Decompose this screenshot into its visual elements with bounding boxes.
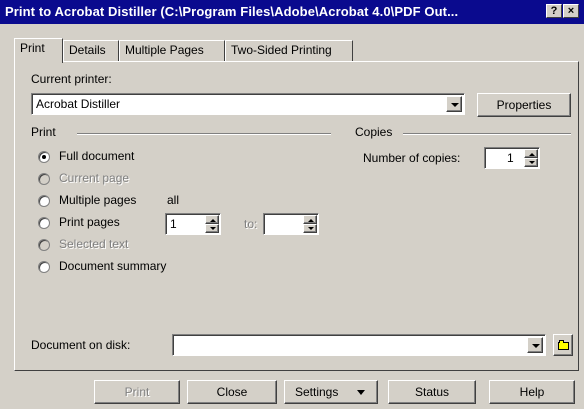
number-of-copies-label: Number of copies:: [363, 151, 461, 165]
title-bar[interactable]: Print to Acrobat Distiller (C:\Program F…: [0, 0, 584, 24]
number-of-copies-value: 1: [507, 151, 514, 165]
to-page-spinner[interactable]: [263, 213, 319, 235]
close-title-button[interactable]: ×: [563, 4, 579, 18]
spin-down-icon[interactable]: [524, 158, 538, 167]
multiple-pages-label: Multiple pages: [59, 193, 137, 207]
current-printer-label: Current printer:: [31, 72, 112, 86]
chevron-down-icon[interactable]: [527, 337, 543, 353]
radio-selected-text: [38, 239, 50, 251]
print-button[interactable]: Print: [94, 380, 180, 404]
tab-print[interactable]: Print: [14, 38, 63, 63]
copies-group-label: Copies: [355, 125, 393, 139]
from-page-value: 1: [170, 217, 177, 231]
properties-button[interactable]: Properties: [477, 93, 571, 117]
current-printer-value: Acrobat Distiller: [36, 97, 121, 111]
radio-document-summary[interactable]: [38, 261, 50, 273]
full-document-label: Full document: [59, 149, 135, 163]
tab-two-sided-printing[interactable]: Two-Sided Printing: [225, 40, 353, 62]
multiple-pages-note: all: [167, 193, 180, 207]
close-button[interactable]: Close: [187, 380, 277, 404]
print-group-divider: [77, 133, 331, 135]
help-title-button[interactable]: ?: [546, 4, 562, 18]
print-dialog-window: Print to Acrobat Distiller (C:\Program F…: [0, 0, 584, 409]
radio-current-page: [38, 173, 50, 185]
current-page-label: Current page: [59, 171, 130, 185]
help-button[interactable]: Help: [489, 380, 575, 404]
copies-group-divider: [403, 133, 571, 135]
selected-text-label: Selected text: [59, 237, 129, 251]
radio-full-document[interactable]: [38, 151, 50, 163]
current-printer-combo[interactable]: Acrobat Distiller: [31, 93, 465, 115]
to-label: to:: [244, 217, 258, 231]
print-pages-label: Print pages: [59, 215, 120, 229]
number-of-copies-spinner[interactable]: 1: [484, 147, 540, 169]
print-group-label: Print: [31, 125, 56, 139]
spin-up-icon[interactable]: [524, 149, 538, 158]
spin-up-icon[interactable]: [205, 215, 219, 224]
document-on-disk-label: Document on disk:: [31, 338, 131, 352]
tab-panel-print: Current printer: Acrobat Distiller Prope…: [14, 61, 579, 371]
radio-multiple-pages[interactable]: [38, 195, 50, 207]
window-title: Print to Acrobat Distiller (C:\Program F…: [5, 4, 459, 19]
spin-down-icon[interactable]: [205, 224, 219, 233]
settings-label: Settings: [295, 385, 339, 399]
document-on-disk-combo[interactable]: [172, 334, 546, 356]
tab-details[interactable]: Details: [63, 40, 119, 62]
dropdown-arrow-icon: [357, 390, 365, 395]
spin-up-icon[interactable]: [303, 215, 317, 224]
radio-print-pages[interactable]: [38, 217, 50, 229]
tab-multiple-pages[interactable]: Multiple Pages: [119, 40, 225, 62]
status-button[interactable]: Status: [388, 380, 476, 404]
settings-button[interactable]: Settings: [284, 380, 378, 404]
folder-icon[interactable]: [553, 334, 573, 356]
from-page-spinner[interactable]: 1: [165, 213, 221, 235]
document-summary-label: Document summary: [59, 259, 167, 273]
chevron-down-icon[interactable]: [446, 96, 462, 112]
spin-down-icon[interactable]: [303, 224, 317, 233]
